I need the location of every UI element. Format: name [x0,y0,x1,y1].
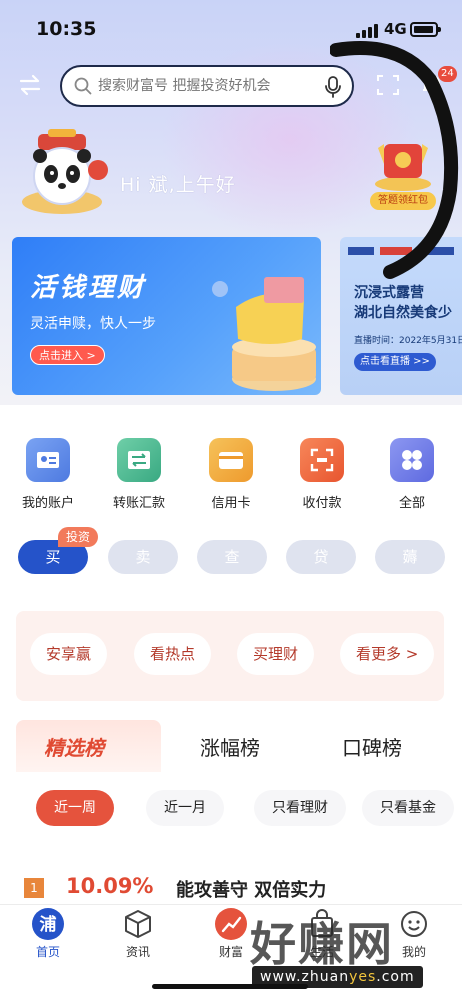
watch-live-button[interactable]: 点击看直播 >> [354,353,436,371]
search-icon [74,77,92,95]
quick-action-label: 全部 [398,496,425,511]
ranking-tabs: 精选榜 涨幅榜 口碑榜 [16,720,444,772]
status-bar: 10:35 4G [0,0,462,56]
battery-icon [410,22,441,37]
wealth-chart-icon [214,907,248,941]
home-icon: 浦 [31,907,65,941]
banner-title: 活钱理财 [30,273,147,303]
scan-icon[interactable] [376,74,400,96]
greeting-text: Hi 斌,上午好 [120,174,236,196]
rank-number: 1 [24,878,44,898]
product-name: 能攻善守 双倍实力 [176,880,327,901]
filter-last-week[interactable]: 近一周 [36,790,114,826]
quick-actions: 我的账户 转账汇款 信用卡 收付款 全部 [0,438,462,518]
promo-banner-main[interactable]: 活钱理财 灵活申赎，快人一步 点击进入 > [12,237,321,395]
tab-news[interactable]: 资讯 [108,907,168,960]
quick-action-all[interactable]: 全部 [372,438,452,511]
rank-tab-reputation[interactable]: 口碑榜 [342,732,402,761]
quick-chip-panel: 安享赢 看热点 买理财 看更多 > [16,611,444,701]
product-list-item[interactable]: 1 10.09% 能攻善守 双倍实力 [0,872,462,904]
red-packet-promo[interactable]: 答题领红包 [370,134,436,210]
tab-deals[interactable]: 薅 [375,540,445,574]
filter-row: 近一周 近一月 只看理财 只看基金 [0,790,462,828]
wallet-coins-illustration [212,277,316,391]
tab-query[interactable]: 查 [197,540,267,574]
account-card-icon [26,438,70,482]
banner-subtitle: 灵活申赎，快人一步 [30,316,156,332]
tab-label: 首页 [35,945,60,959]
quick-action-label: 转账汇款 [112,496,165,511]
panda-avatar[interactable] [18,128,112,220]
watermark-title: 好赚网 [250,917,394,971]
search-input[interactable] [98,75,318,97]
rank-tab-featured[interactable]: 精选榜 [44,732,104,761]
quick-action-transfer[interactable]: 转账汇款 [99,438,179,511]
filter-wealth-only[interactable]: 只看理财 [254,790,346,826]
sponsor-logos [348,247,454,255]
microphone-icon[interactable] [324,76,342,98]
quick-action-label: 信用卡 [211,496,251,511]
chip-anxiangying[interactable]: 安享赢 [30,633,108,675]
switch-arrows-icon[interactable] [18,74,42,96]
tab-sell[interactable]: 卖 [108,540,178,574]
tab-loan[interactable]: 贷 [286,540,356,574]
grid-all-icon [390,438,434,482]
notification-badge: 24 [438,66,457,82]
filter-last-month[interactable]: 近一月 [146,790,224,826]
quick-action-label: 我的账户 [21,496,74,511]
red-packet-label: 答题领红包 [370,192,436,210]
promo-banner-live[interactable]: 沉浸式露营 湖北自然美食少 直播时间：2022年5月31日 点击看直播 >> [340,237,462,395]
tab-label: 资讯 [125,945,150,959]
live-title: 沉浸式露营 湖北自然美食少 [354,285,452,321]
tab-home[interactable]: 浦 首页 [18,907,78,960]
scan-pay-icon [300,438,344,482]
search-bar[interactable] [60,65,354,107]
status-time: 10:35 [36,18,97,40]
banner-enter-button[interactable]: 点击进入 > [30,345,105,365]
transfer-icon [117,438,161,482]
quick-action-pay[interactable]: 收付款 [282,438,362,511]
quick-action-label: 收付款 [302,496,342,511]
top-bar: 24 [0,62,462,110]
credit-card-icon [209,438,253,482]
watermark: 好赚网 www.zhuanyes.com [250,908,450,988]
invest-tag: 投资 [58,527,99,547]
signal-icon [356,24,378,38]
live-date: 直播时间：2022年5月31日 [354,336,462,346]
red-packet-icon [375,144,431,191]
quick-action-my-account[interactable]: 我的账户 [8,438,88,511]
product-rate: 10.09% [66,874,154,898]
quick-action-credit-card[interactable]: 信用卡 [191,438,271,511]
chip-hot-topics[interactable]: 看热点 [134,633,212,675]
chip-buy-wealth[interactable]: 买理财 [237,633,315,675]
network-label: 4G [384,20,407,38]
chip-see-more[interactable]: 看更多 > [340,633,435,675]
svg-text:浦: 浦 [40,914,57,935]
home-indicator [152,984,308,989]
news-cube-icon [121,907,155,941]
filter-funds-only[interactable]: 只看基金 [362,790,454,826]
rank-tab-gainers[interactable]: 涨幅榜 [200,732,260,761]
